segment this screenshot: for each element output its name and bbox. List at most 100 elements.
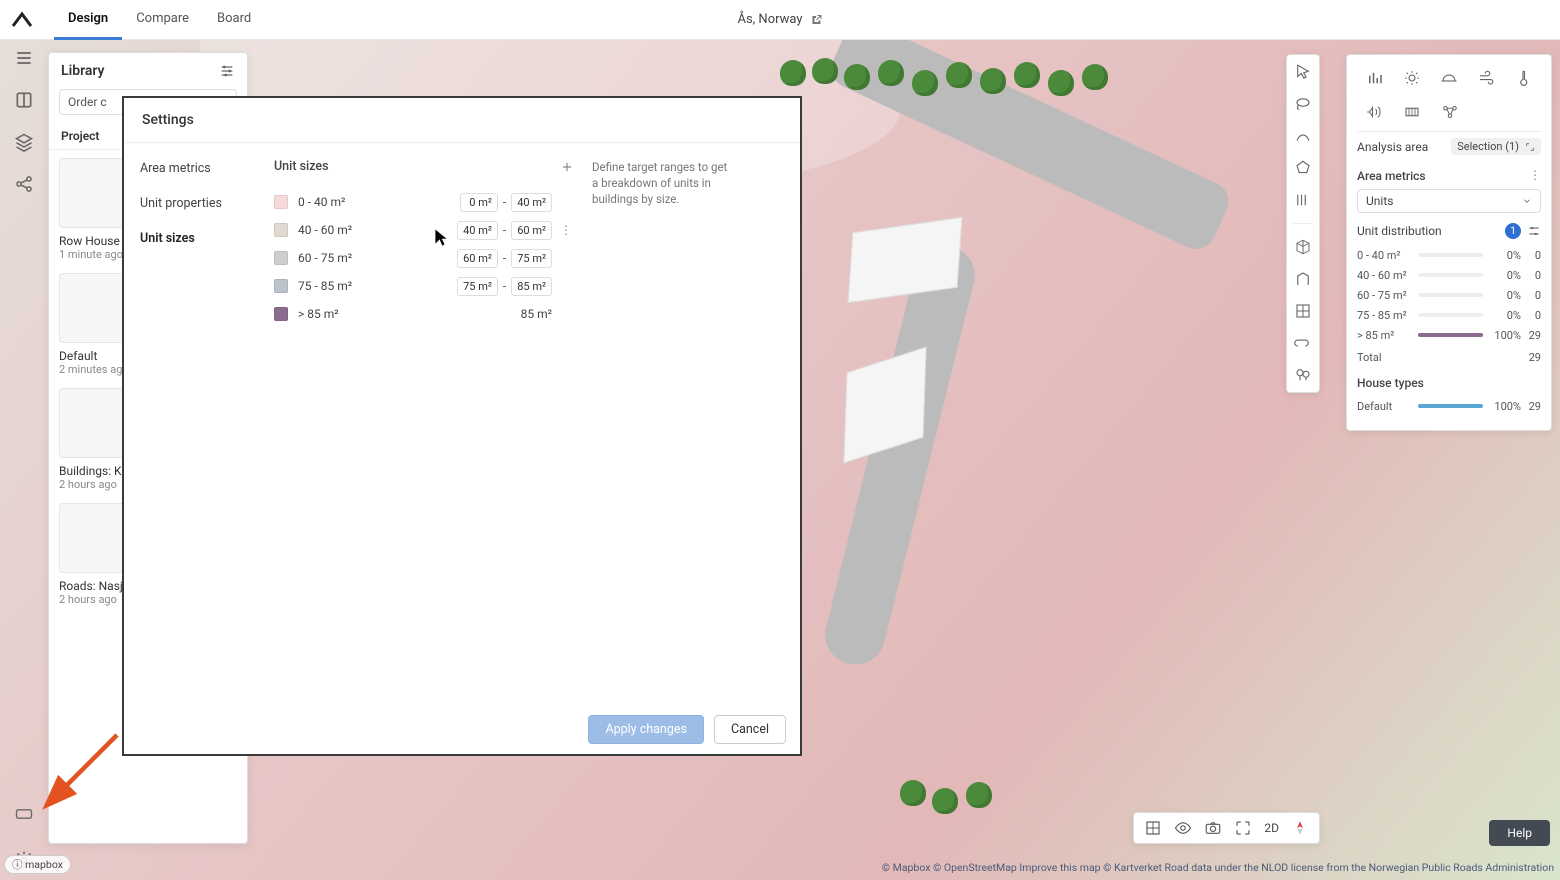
range-label: 0 - 40 m² (298, 195, 460, 209)
compass-icon[interactable] (1291, 819, 1309, 837)
dist-pct: 0% (1489, 289, 1521, 302)
range-row: 60 - 75 m² 60 m² - 75 m² (274, 244, 574, 272)
chart-icon[interactable] (1366, 69, 1384, 87)
thermo-icon[interactable] (1514, 69, 1532, 87)
dist-pct: 0% (1489, 269, 1521, 282)
menu-icon[interactable] (14, 48, 34, 68)
dist-label: 60 - 75 m² (1357, 289, 1412, 302)
tab-design[interactable]: Design (54, 0, 122, 40)
range-to[interactable]: 60 m² (511, 221, 552, 240)
polygon-icon[interactable] (1294, 159, 1312, 177)
right-toolbar (1286, 54, 1320, 393)
eye-icon[interactable] (1174, 819, 1192, 837)
building-icon[interactable] (1294, 270, 1312, 288)
expand-icon (1525, 142, 1535, 152)
dist-pct: 0% (1489, 309, 1521, 322)
tab-board[interactable]: Board (203, 0, 265, 40)
dist-bar (1418, 273, 1483, 277)
dist-count: 0 (1521, 269, 1541, 282)
share-icon[interactable] (14, 174, 34, 194)
area-metrics-title: Area metrics (1357, 169, 1426, 183)
range-from-text: 85 m² (521, 307, 552, 321)
app-logo[interactable] (10, 8, 34, 32)
distribution-badge: 1 (1505, 223, 1521, 239)
range-to[interactable]: 40 m² (511, 193, 552, 212)
house-types-title: House types (1357, 376, 1541, 390)
path-icon[interactable] (1294, 127, 1312, 145)
lasso-icon[interactable] (1294, 95, 1312, 113)
settings-modal: Settings Area metrics Unit properties Un… (122, 96, 802, 756)
dome-icon[interactable] (1440, 69, 1458, 87)
cancel-button[interactable]: Cancel (714, 715, 786, 744)
adjust-icon[interactable] (1527, 224, 1541, 238)
layers-icon[interactable] (14, 132, 34, 152)
topbar: Design Compare Board Ås, Norway (0, 0, 1560, 40)
network-icon[interactable] (1441, 103, 1459, 121)
range-row: 40 - 60 m² 40 m² - 60 m² ⋮ (274, 216, 574, 244)
layers-toggle-icon[interactable] (1144, 819, 1162, 837)
sliders-icon[interactable] (219, 63, 235, 79)
workspace: Library Order c Project ▦ Row House F 1 … (0, 40, 1560, 880)
chevron-down-icon (1522, 196, 1532, 206)
modal-title: Settings (124, 98, 800, 143)
dist-row: 0 - 40 m² 0% 0 (1357, 245, 1541, 265)
swatch (274, 195, 288, 209)
cube-icon[interactable] (1294, 238, 1312, 256)
settings-nav: Area metrics Unit properties Unit sizes (124, 143, 274, 705)
external-link-icon (811, 14, 823, 26)
metrics-dropdown[interactable]: Units (1357, 189, 1541, 213)
dist-pct: 100% (1489, 329, 1521, 342)
topbar-tabs: Design Compare Board (54, 0, 265, 40)
help-button[interactable]: Help (1489, 820, 1550, 846)
dist-count: 0 (1521, 309, 1541, 322)
grid-icon[interactable] (1294, 302, 1312, 320)
focus-icon[interactable] (1234, 819, 1252, 837)
route-icon[interactable] (1294, 334, 1312, 352)
range-from[interactable]: 75 m² (457, 277, 498, 296)
map-attribution[interactable]: © Mapbox © OpenStreetMap Improve this ma… (882, 861, 1554, 874)
nav-unit-sizes[interactable]: Unit sizes (140, 231, 258, 246)
location-indicator[interactable]: Ås, Norway (737, 12, 822, 27)
dist-label: 75 - 85 m² (1357, 309, 1412, 322)
solar-icon[interactable] (1403, 103, 1421, 121)
selection-badge[interactable]: Selection (1) (1451, 138, 1541, 155)
line-icon[interactable] (1294, 191, 1312, 209)
range-from[interactable]: 40 m² (457, 221, 498, 240)
keyboard-icon[interactable] (14, 804, 34, 824)
more-icon[interactable]: ⋮ (1529, 168, 1541, 182)
total-value: 29 (1529, 351, 1541, 364)
dist-count: 0 (1521, 289, 1541, 302)
apply-button[interactable]: Apply changes (588, 715, 703, 744)
swatch (274, 223, 288, 237)
nav-unit-properties[interactable]: Unit properties (140, 196, 258, 211)
left-rail (0, 40, 48, 880)
house-row: Default 100% 29 (1357, 396, 1541, 416)
camera-icon[interactable] (1204, 819, 1222, 837)
noise-icon[interactable] (1365, 103, 1383, 121)
dist-row: > 85 m² 100% 29 (1357, 325, 1541, 345)
dist-label: > 85 m² (1357, 329, 1412, 342)
range-from[interactable]: 0 m² (460, 193, 498, 212)
trees-icon[interactable] (1294, 366, 1312, 384)
house-label: Default (1357, 400, 1412, 413)
mapbox-badge[interactable]: ⓘ mapbox (4, 855, 71, 874)
dist-row: 75 - 85 m² 0% 0 (1357, 305, 1541, 325)
range-row: 75 - 85 m² 75 m² - 85 m² (274, 272, 574, 300)
range-label: 75 - 85 m² (298, 279, 457, 293)
analysis-area-title: Analysis area (1357, 140, 1428, 154)
sun-icon[interactable] (1403, 69, 1421, 87)
book-icon[interactable] (14, 90, 34, 110)
wind-icon[interactable] (1477, 69, 1495, 87)
swatch (274, 307, 288, 321)
location-text: Ås, Norway (737, 12, 802, 27)
range-from[interactable]: 60 m² (457, 249, 498, 268)
pointer-icon[interactable] (1294, 63, 1312, 81)
view-mode-2d[interactable]: 2D (1264, 821, 1279, 835)
range-to[interactable]: 75 m² (511, 249, 552, 268)
nav-area-metrics[interactable]: Area metrics (140, 161, 258, 176)
range-row: > 85 m² 85 m² (274, 300, 574, 328)
row-menu-icon[interactable]: ⋮ (558, 223, 574, 237)
range-to[interactable]: 85 m² (511, 277, 552, 296)
tab-compare[interactable]: Compare (122, 0, 203, 40)
plus-icon[interactable] (560, 160, 574, 174)
